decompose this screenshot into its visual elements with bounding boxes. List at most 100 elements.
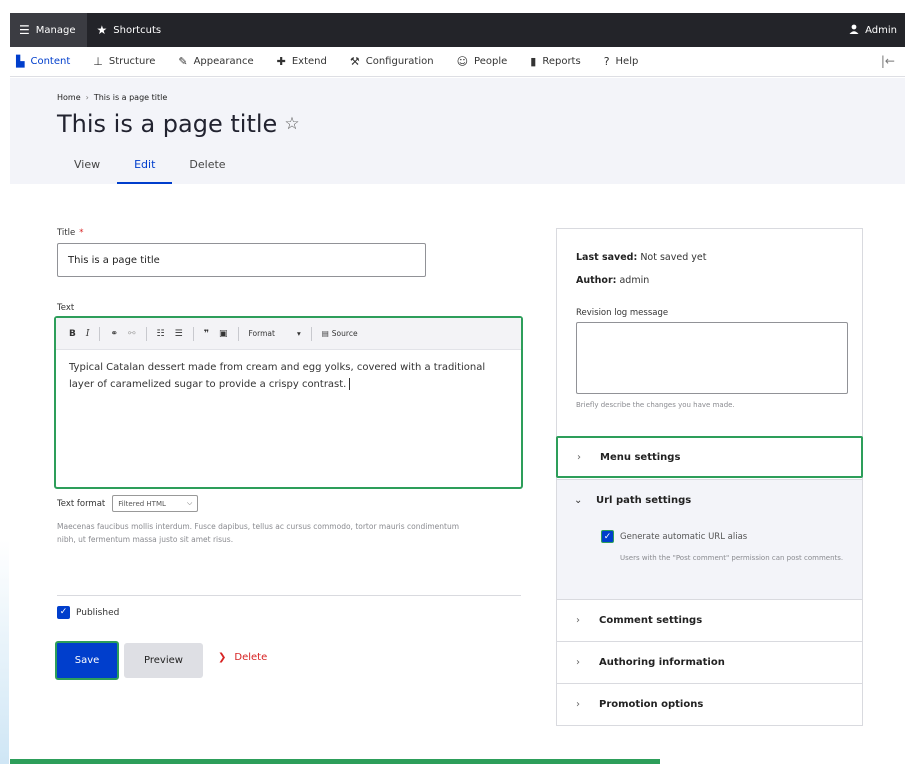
published-label: Published [76,607,120,618]
author-value: admin [619,275,650,286]
generate-alias-checkbox[interactable]: ✓ [601,530,614,543]
text-caret [349,378,351,390]
bulleted-list-icon[interactable]: ☷ [157,329,165,339]
appearance-icon: ✎ [178,55,188,68]
form-divider [57,595,521,596]
chevron-down-icon: ▾ [296,329,301,338]
page-title-text: This is a page title [57,110,278,138]
tab-delete[interactable]: Delete [172,158,242,184]
manage-label: Manage [35,24,76,36]
source-label: Source [331,329,358,338]
published-checkbox-row[interactable]: ✓ Published [57,606,119,619]
italic-button[interactable]: I [86,329,90,339]
last-saved: Last saved: Not saved yet [576,252,706,263]
author: Author: admin [576,275,649,286]
wrench-icon: ⚒ [349,55,360,68]
people-icon: ☺ [456,55,469,68]
tray-item-label: Reports [542,56,581,67]
extend-icon: ✚ [276,55,286,68]
text-format-row: Text format Filtered HTML ⌵ [57,495,199,512]
title-input[interactable]: This is a page title [57,243,426,277]
last-saved-label: Last saved: [576,252,638,263]
generate-alias-label: Generate automatic URL alias [620,531,748,542]
tray-item-help[interactable]: ? Help [604,55,639,68]
blockquote-icon[interactable]: ❞ [204,329,209,339]
tray-item-reports[interactable]: ▮ Reports [530,55,580,68]
content-icon: ▙ [16,55,25,68]
tab-edit[interactable]: Edit [117,158,173,184]
format-dropdown[interactable]: Format ▾ [249,329,301,338]
authoring-information-toggle[interactable]: › Authoring information [557,641,862,683]
url-path-settings-panel: ⌄ Url path settings ✓ Generate automatic… [557,479,862,599]
shortcuts-button[interactable]: ★ Shortcuts [87,13,172,47]
text-editor[interactable]: B I ⚭ ⚯ ☷ ☰ ❞ ▣ Format ▾ ▤ Source Typica… [54,316,523,489]
help-icon: ? [603,55,610,68]
numbered-list-icon[interactable]: ☰ [175,329,183,339]
authoring-information-label: Authoring information [599,657,725,668]
text-format-label: Text format [57,498,106,509]
editor-toolbar: B I ⚭ ⚯ ☷ ☰ ❞ ▣ Format ▾ ▤ Source [56,318,521,350]
source-button[interactable]: ▤ Source [322,329,358,338]
reports-icon: ▮ [530,55,537,68]
body-text: Typical Catalan dessert made from cream … [69,362,486,390]
collapse-tray-icon[interactable]: |← [881,54,895,68]
breadcrumb-home[interactable]: Home [57,93,81,102]
tray-item-extend[interactable]: ✚ Extend [277,55,327,68]
revision-log-label: Revision log message [576,308,669,318]
tray-item-people[interactable]: ☺ People [457,55,508,68]
editor-content[interactable]: Typical Catalan dessert made from cream … [56,350,521,402]
admin-menu-tray: ▙ Content ⊥ Structure ✎ Appearance ✚ Ext… [10,47,905,77]
menu-settings-toggle[interactable]: › Menu settings [556,436,863,478]
meta-sidebar: Last saved: Not saved yet Author: admin … [556,228,863,726]
comment-settings-toggle[interactable]: › Comment settings [557,599,862,641]
tray-item-label: Help [615,56,639,67]
text-format-select[interactable]: Filtered HTML ⌵ [112,495,199,512]
breadcrumb-separator: › [85,93,89,102]
tray-item-structure[interactable]: ⊥ Structure [93,55,155,68]
admin-user-button[interactable]: Admin [839,13,905,47]
tab-view[interactable]: View [57,158,117,184]
save-button[interactable]: Save [55,641,119,680]
local-tasks-tabs: View Edit Delete [57,158,243,184]
breadcrumb: Home › This is a page title [57,93,167,102]
bold-button[interactable]: B [69,329,76,339]
chevron-down-icon: ⌄ [574,495,583,506]
link-icon[interactable]: ⚭ [110,329,118,339]
revision-log-textarea[interactable] [576,322,848,394]
tray-item-label: Extend [291,56,327,67]
tray-item-content[interactable]: ▙ Content [16,55,70,68]
source-icon: ▤ [321,329,329,338]
title-label-text: Title [57,228,76,238]
star-icon: ★ [96,23,108,37]
published-checkbox[interactable]: ✓ [57,606,70,619]
delete-link[interactable]: ❯ Delete [218,652,267,663]
manage-button[interactable]: ☰ Manage [10,13,87,47]
tray-item-label: Configuration [365,56,434,67]
url-path-settings-toggle[interactable]: ⌄ Url path settings [557,480,862,506]
author-label: Author: [576,275,617,286]
generate-alias-row[interactable]: ✓ Generate automatic URL alias [601,530,747,543]
hamburger-icon: ☰ [19,23,30,37]
shortcuts-label: Shortcuts [113,24,162,36]
text-format-description: Maecenas faucibus mollis interdum. Fusce… [57,522,460,544]
chevron-right-icon: › [576,615,580,626]
image-icon[interactable]: ▣ [219,329,228,339]
chevron-right-icon: › [576,657,580,668]
admin-toolbar: ☰ Manage ★ Shortcuts Admin [10,13,905,47]
tray-item-appearance[interactable]: ✎ Appearance [178,55,253,68]
toolbar-divider [310,326,312,341]
title-label: Title * [57,228,83,238]
promotion-options-toggle[interactable]: › Promotion options [557,683,862,725]
shortcut-star-icon[interactable]: ☆ [284,114,299,134]
preview-button[interactable]: Preview [124,643,203,678]
page-header: Home › This is a page title This is a pa… [10,78,905,184]
tray-item-configuration[interactable]: ⚒ Configuration [350,55,434,68]
focus-indicator-bar [10,759,660,764]
comment-settings-label: Comment settings [599,615,703,626]
toolbar-divider [99,326,101,341]
unlink-icon[interactable]: ⚯ [128,329,136,339]
chevron-right-icon: › [577,451,581,463]
tray-item-label: People [474,56,508,67]
menu-settings-label: Menu settings [600,451,681,463]
admin-label: Admin [865,24,897,36]
